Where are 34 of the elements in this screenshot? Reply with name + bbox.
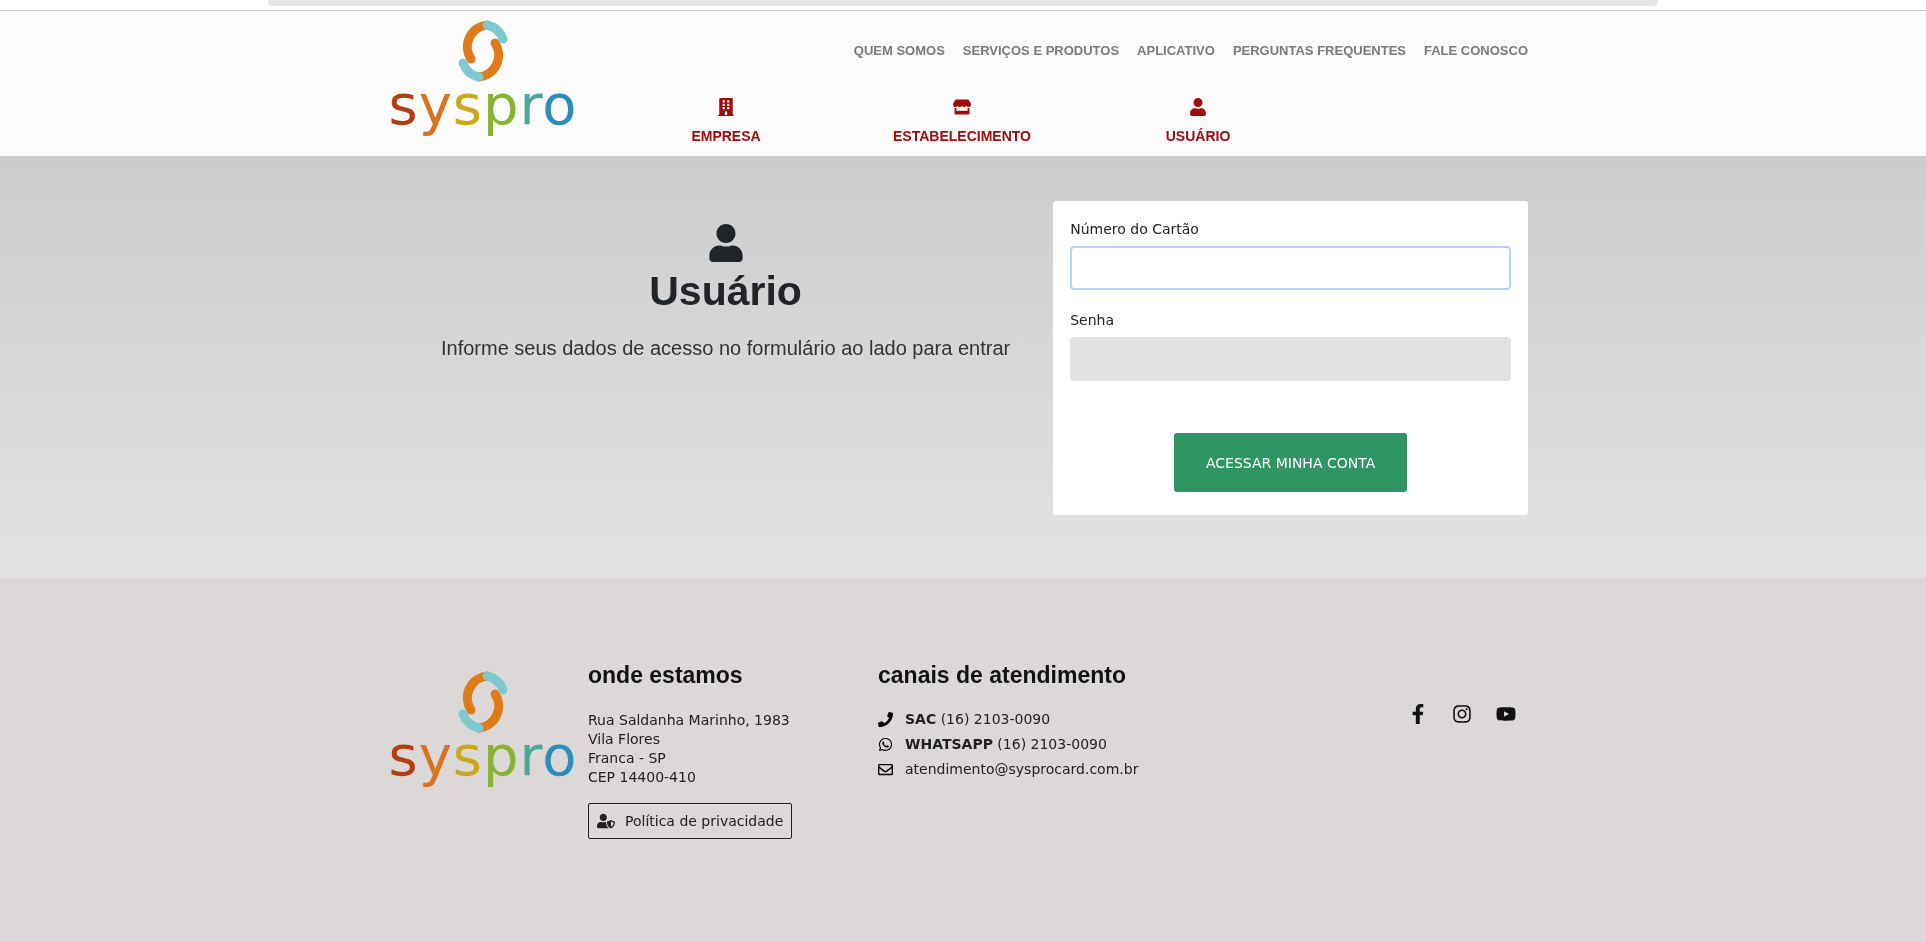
- phone-icon: [878, 711, 893, 727]
- address-line: CEP 14400-410: [588, 768, 697, 787]
- address-line: Vila Flores: [588, 730, 661, 749]
- nav-link[interactable]: SERVIÇOS E PRODUTOS: [962, 43, 1120, 58]
- user-icon: [1189, 98, 1207, 116]
- nav-link[interactable]: APLICATIVO: [1137, 43, 1215, 58]
- whatsapp-icon: [878, 736, 893, 752]
- input-field[interactable]: [1070, 337, 1511, 381]
- contact-text: WHATSAPP (16) 2103-0090: [905, 736, 1107, 752]
- field-label: Senha: [1070, 312, 1116, 328]
- nav-link[interactable]: QUEM SOMOS: [853, 43, 945, 58]
- page-title: Usuário: [649, 268, 802, 315]
- privacy-button[interactable]: Política de privacidade: [588, 803, 793, 839]
- user-icon: [706, 224, 745, 262]
- input-field[interactable]: [1070, 246, 1511, 290]
- section-title: onde estamos: [588, 662, 744, 689]
- nav-tab[interactable]: EMPRESA: [608, 98, 844, 144]
- nav-link[interactable]: PERGUNTAS FREQUENTES: [1232, 43, 1406, 58]
- contact-text[interactable]: atendimento@sysprocard.com.br: [905, 761, 1139, 777]
- user-shield-icon: [597, 812, 615, 830]
- nav-link[interactable]: FALE CONOSCO: [1424, 43, 1528, 58]
- address-line: Rua Saldanha Marinho, 1983: [588, 711, 791, 730]
- building-icon: [717, 98, 735, 116]
- nav-tab[interactable]: USUÁRIO: [1080, 98, 1316, 144]
- nav-tab[interactable]: ESTABELECIMENTO: [844, 98, 1080, 144]
- section-title: canais de atendimento: [878, 662, 1127, 689]
- envelope-icon: [878, 761, 893, 777]
- address-line: Franca - SP: [588, 749, 667, 768]
- store-icon: [953, 98, 971, 116]
- contact-text: SAC (16) 2103-0090: [905, 711, 1051, 727]
- instagram-icon[interactable]: [1452, 704, 1472, 726]
- field-label: Número do Cartão: [1070, 221, 1200, 237]
- login-button[interactable]: ACESSAR MINHA CONTA: [1174, 433, 1408, 492]
- page-subtitle: Informe seus dados de acesso no formulário ao lado para entrar: [441, 337, 1011, 360]
